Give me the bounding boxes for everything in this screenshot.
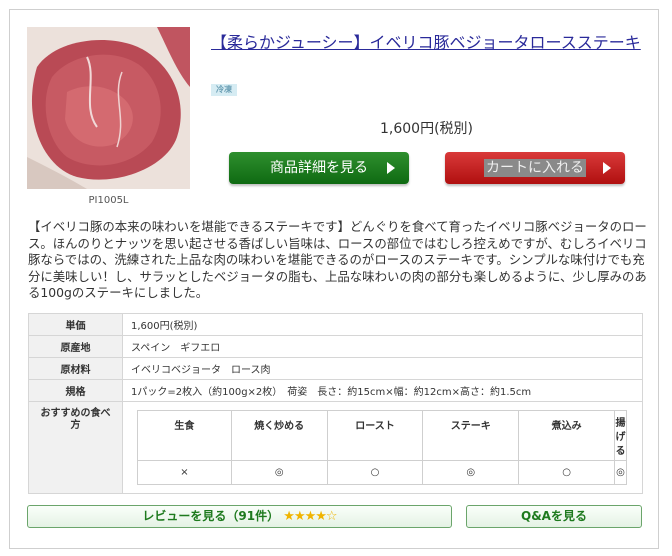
add-to-cart-button[interactable]: カートに入れる: [445, 152, 625, 184]
spec-label: 単価: [28, 313, 123, 336]
steak-photo: [27, 27, 190, 189]
arrow-right-icon: [603, 162, 611, 174]
frozen-badge: 冷凍: [211, 84, 237, 96]
cooking-rating: ○: [518, 460, 615, 485]
spec-value: イベリコベジョータ ロース肉: [122, 357, 643, 380]
spec-row: 単価 1,600円(税別): [28, 313, 643, 336]
view-details-label: 商品詳細を見る: [270, 160, 368, 176]
product-code: PI1005L: [88, 195, 129, 206]
cooking-rating: ◎: [230, 460, 328, 485]
cooking-table: 生食 焼く炒める ロースト ステーキ 煮込み 揚げる × ◎ ○ ◎ ○ ◎: [137, 410, 628, 485]
cooking-rating: ◎: [613, 460, 628, 485]
cooking-cell: 生食 焼く炒める ロースト ステーキ 煮込み 揚げる × ◎ ○ ◎ ○ ◎: [122, 401, 643, 494]
cooking-rating: ×: [137, 460, 232, 485]
cooking-rating: ◎: [422, 460, 520, 485]
star-rating-icon: ★★★★☆: [283, 509, 337, 524]
spec-label: 原産地: [28, 335, 123, 358]
cooking-method: 揚げる: [613, 410, 628, 461]
view-reviews-label: レビューを見る（91件）: [142, 509, 280, 523]
view-details-button[interactable]: 商品詳細を見る: [229, 152, 409, 184]
price: 1,600円(税別): [380, 121, 474, 137]
view-reviews-button[interactable]: レビューを見る（91件） ★★★★☆: [27, 505, 452, 528]
cooking-method: ステーキ: [422, 410, 520, 461]
spec-value: 1,600円(税別): [122, 313, 643, 336]
cooking-method: 焼く炒める: [230, 410, 328, 461]
cooking-rating: ○: [326, 460, 424, 485]
cooking-method: ロースト: [326, 410, 424, 461]
spec-row: 原材料 イベリコベジョータ ロース肉: [28, 357, 643, 380]
spec-row: おすすめの食べ方 生食 焼く炒める ロースト ステーキ 煮込み 揚げる × ◎ …: [28, 401, 643, 494]
spec-row: 規格 1パック=2枚入（約100g×2枚） 荷姿 長さ：約15cm×幅：約12c…: [28, 379, 643, 402]
spec-label: 規格: [28, 379, 123, 402]
product-title-link[interactable]: 【柔らかジューシー】イベリコ豚ベジョータロースステーキ: [211, 31, 641, 55]
spec-value: 1パック=2枚入（約100g×2枚） 荷姿 長さ：約15cm×幅：約12cm×高…: [122, 379, 643, 402]
cooking-label: おすすめの食べ方: [28, 401, 123, 494]
view-qa-button[interactable]: Q&Aを見る: [466, 505, 642, 528]
cooking-method: 生食: [137, 410, 232, 461]
view-qa-label: Q&Aを見る: [521, 509, 587, 523]
product-description: 【イベリコ豚の本来の味わいを堪能できるステーキです】どんぐりを食べて育ったイベリ…: [28, 219, 647, 300]
cooking-method: 煮込み: [518, 410, 615, 461]
spec-table: 単価 1,600円(税別) 原産地 スペイン ギフエロ 原材料 イベリコベジョー…: [28, 313, 643, 494]
add-to-cart-label: カートに入れる: [484, 159, 586, 177]
spec-value: スペイン ギフエロ: [122, 335, 643, 358]
product-image[interactable]: [27, 27, 190, 189]
spec-row: 原産地 スペイン ギフエロ: [28, 335, 643, 358]
spec-label: 原材料: [28, 357, 123, 380]
arrow-right-icon: [387, 162, 395, 174]
